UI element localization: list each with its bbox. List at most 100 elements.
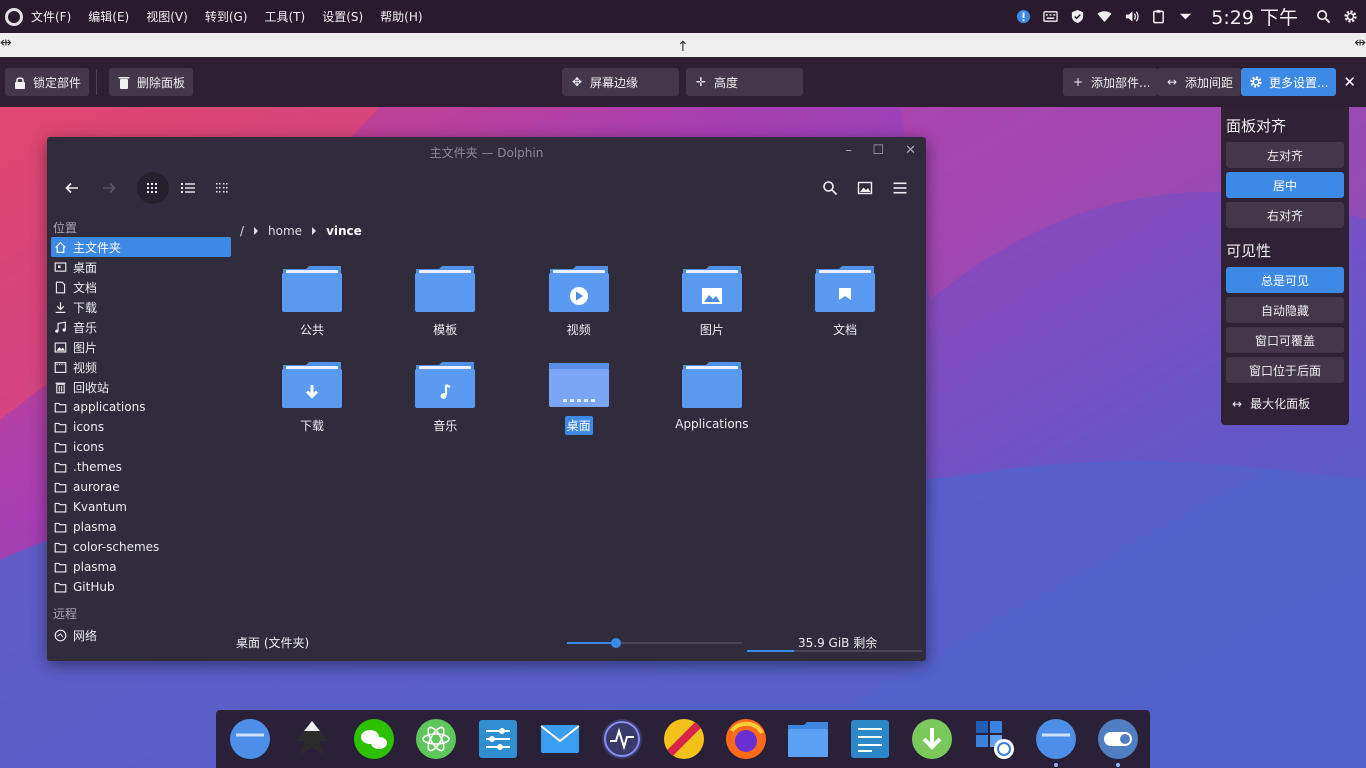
height-button[interactable]: ✛ 高度 (686, 68, 803, 96)
search-button[interactable] (814, 172, 846, 204)
toggle-icon[interactable] (1094, 715, 1142, 767)
atom-icon[interactable] (412, 715, 460, 763)
sidebar-item-plasma[interactable]: plasma (51, 517, 231, 537)
menu-view[interactable]: 视图(V) (146, 8, 188, 25)
volume-icon[interactable] (1124, 9, 1139, 24)
app-launcher-icon[interactable] (5, 7, 23, 26)
remove-panel-button[interactable]: 删除面板 (109, 68, 194, 96)
preview-button[interactable] (849, 172, 881, 204)
folder-item[interactable]: 视频 (529, 265, 629, 339)
mail-icon[interactable] (536, 715, 584, 763)
wechat-icon[interactable] (350, 715, 398, 763)
workspace-icon[interactable] (970, 715, 1018, 763)
window-titlebar[interactable]: 主文件夹 — Dolphin – ☐ ✕ (47, 137, 926, 167)
ruler-right-handle-icon[interactable]: ⇹ (1354, 35, 1366, 51)
sidebar-item-图片[interactable]: 图片 (51, 337, 231, 357)
ruler-center-handle-icon[interactable]: ↑ (677, 39, 689, 55)
sidebar-item-kvantum[interactable]: Kvantum (51, 497, 231, 517)
sidebar-item-下载[interactable]: 下载 (51, 297, 231, 317)
sidebar-item-aurorae[interactable]: aurorae (51, 477, 231, 497)
sidebar-item-icons[interactable]: icons (51, 417, 231, 437)
clock[interactable]: 5:29 下午 (1211, 3, 1298, 30)
visibility-auto-hide-option[interactable]: 自动隐藏 (1226, 297, 1344, 323)
breadcrumb-root[interactable]: / (240, 224, 244, 238)
sidebar-item-文档[interactable]: 文档 (51, 277, 231, 297)
forward-button[interactable] (93, 172, 125, 204)
menu-button[interactable] (884, 172, 916, 204)
panel-ruler[interactable]: ⇹ ↑ ⇹ (0, 33, 1366, 57)
sidebar-item-github[interactable]: GitHub (51, 577, 231, 597)
menu-edit[interactable]: 编辑(E) (88, 8, 129, 25)
sidebar-item-音乐[interactable]: 音乐 (51, 317, 231, 337)
sidebar-item-applications[interactable]: applications (51, 397, 231, 417)
align-center-option[interactable]: 居中 (1226, 172, 1344, 198)
folder-item[interactable]: 下载 (262, 361, 362, 435)
sidebar-item-plasma[interactable]: plasma (51, 557, 231, 577)
menu-file[interactable]: 文件(F) (31, 8, 71, 25)
visibility-windows-cover-option[interactable]: 窗口可覆盖 (1226, 327, 1344, 353)
details-view-button[interactable] (172, 172, 204, 204)
expand-icon[interactable] (1178, 9, 1193, 24)
wifi-icon[interactable] (1097, 9, 1112, 24)
sidebar-item-icons[interactable]: icons (51, 437, 231, 457)
folder-item[interactable]: 桌面 (529, 361, 629, 435)
breadcrumb-current[interactable]: vince (326, 224, 362, 238)
folder-item[interactable]: 文档 (795, 265, 895, 339)
search-icon[interactable] (1316, 9, 1331, 24)
back-button[interactable] (56, 172, 88, 204)
chevron-right-icon[interactable] (254, 227, 259, 235)
menu-settings[interactable]: 设置(S) (322, 8, 363, 25)
zoom-slider-handle[interactable] (611, 638, 621, 648)
settings-sliders-icon[interactable] (474, 715, 522, 763)
sidebar-item-network[interactable]: 网络 (51, 625, 231, 645)
add-spacer-button[interactable]: ↔ 添加间距 (1157, 68, 1242, 96)
menu-help[interactable]: 帮助(H) (380, 8, 422, 25)
notification-icon[interactable] (1016, 9, 1031, 24)
free-space-indicator[interactable]: 35.9 GiB 剩余 (747, 634, 922, 652)
align-right-option[interactable]: 右对齐 (1226, 202, 1344, 228)
menu-go[interactable]: 转到(G) (205, 8, 248, 25)
dolphin-icon[interactable] (1032, 715, 1080, 767)
align-left-option[interactable]: 左对齐 (1226, 142, 1344, 168)
shield-icon[interactable] (1070, 9, 1085, 24)
folder-item[interactable]: 音乐 (395, 361, 495, 435)
close-icon[interactable]: ✕ (1343, 73, 1356, 91)
icons-view-button[interactable] (137, 172, 169, 204)
close-window-icon[interactable]: ✕ (905, 143, 916, 158)
finder-icon[interactable] (226, 715, 274, 763)
sidebar-item-color-schemes[interactable]: color-schemes (51, 537, 231, 557)
more-settings-button[interactable]: 更多设置... (1241, 68, 1337, 96)
minimize-icon[interactable]: – (846, 143, 853, 158)
sidebar-item-桌面[interactable]: 桌面 (51, 257, 231, 277)
chevron-right-icon[interactable] (312, 227, 317, 235)
downloader-icon[interactable] (908, 715, 956, 763)
visibility-always-visible-option[interactable]: 总是可见 (1226, 267, 1344, 293)
sidebar-item-回收站[interactable]: 回收站 (51, 377, 231, 397)
preferences-icon[interactable] (846, 715, 894, 763)
sidebar-item-视频[interactable]: 视频 (51, 357, 231, 377)
inkscape-icon[interactable] (288, 715, 336, 763)
gear-icon[interactable] (1343, 9, 1358, 24)
colorpicker-icon[interactable] (660, 715, 708, 763)
compact-view-button[interactable] (206, 172, 238, 204)
zoom-slider[interactable] (567, 638, 742, 648)
menu-tools[interactable]: 工具(T) (264, 8, 305, 25)
folder-item[interactable]: 模板 (395, 265, 495, 339)
folder-item[interactable]: 图片 (662, 265, 762, 339)
firefox-icon[interactable] (722, 715, 770, 763)
lock-widgets-button[interactable]: 锁定部件 (5, 68, 90, 96)
folder-item[interactable]: Applications (662, 361, 762, 432)
keyboard-icon[interactable] (1043, 9, 1058, 24)
clipboard-icon[interactable] (1151, 9, 1166, 24)
breadcrumb-home[interactable]: home (268, 224, 302, 238)
system-monitor-icon[interactable] (598, 715, 646, 763)
folder-item[interactable]: 公共 (262, 265, 362, 339)
sidebar-item-themes[interactable]: .themes (51, 457, 231, 477)
ruler-left-handle-icon[interactable]: ⇹ (0, 35, 12, 51)
add-widgets-button[interactable]: + 添加部件... (1063, 68, 1159, 96)
maximize-panel-button[interactable]: ↔ 最大化面板 (1226, 387, 1344, 420)
maximize-icon[interactable]: ☐ (872, 143, 884, 158)
visibility-windows-below-option[interactable]: 窗口位于后面 (1226, 357, 1344, 383)
sidebar-item-主文件夹[interactable]: 主文件夹 (51, 237, 231, 257)
files-icon[interactable] (784, 715, 832, 763)
